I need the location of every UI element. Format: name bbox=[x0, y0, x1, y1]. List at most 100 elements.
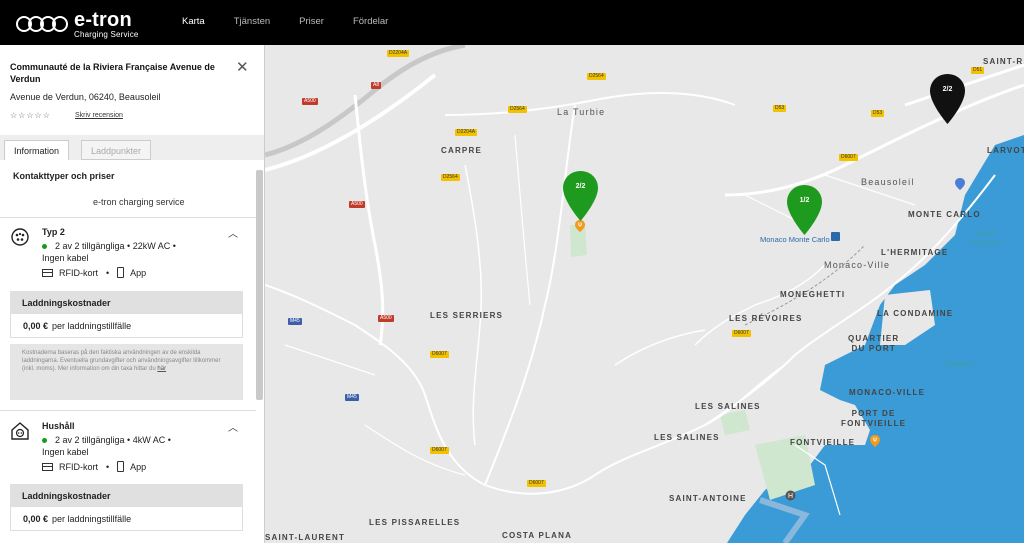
station-title: Communauté de la Riviera Française Avenu… bbox=[10, 62, 215, 84]
road-tag: D2204A bbox=[455, 129, 478, 136]
cost-heading: Laddningskostnader bbox=[10, 484, 243, 507]
station-address: Avenue de Verdun, 06240, Beausoleil bbox=[10, 92, 161, 102]
restaurant-icon[interactable]: Ψ bbox=[575, 220, 585, 232]
cost-box: Laddningskostnader 0,00 € per laddningsti… bbox=[10, 484, 243, 531]
chevron-up-icon[interactable]: ︿ bbox=[228, 419, 238, 434]
svg-text:Ψ: Ψ bbox=[873, 437, 878, 444]
place-larvotto: LARVOTTO bbox=[987, 146, 1024, 155]
place-moneghetti: MONEGHETTI bbox=[780, 290, 846, 299]
pin-availability: 2/2 bbox=[942, 86, 953, 93]
shopping-icon[interactable] bbox=[955, 178, 965, 190]
place-carpre: CARPRE bbox=[441, 146, 482, 155]
place-beausoleil: Beausoleil bbox=[861, 177, 915, 187]
svg-text:Ψ: Ψ bbox=[578, 222, 583, 229]
chevron-up-icon[interactable]: ︿ bbox=[228, 225, 238, 240]
service-name: e-tron charging service bbox=[93, 197, 185, 207]
availability-text: 2 av 2 tillgängliga • 4kW AC • bbox=[55, 435, 171, 445]
connector-availability: 2 av 2 tillgängliga • 4kW AC • Ingen kab… bbox=[42, 434, 242, 458]
place-les-revoires: LES RÉVOIRES bbox=[729, 314, 803, 323]
road-tag: M45 bbox=[345, 394, 359, 401]
connector-name: Typ 2 bbox=[42, 227, 65, 237]
write-review-link[interactable]: Skriv recension bbox=[75, 112, 123, 119]
road-tag: D2564 bbox=[441, 174, 460, 181]
road-tag: D6007 bbox=[527, 480, 546, 487]
road-tag: D6007 bbox=[430, 351, 449, 358]
rfid-card-icon bbox=[42, 462, 53, 471]
road-tag: A500 bbox=[349, 201, 365, 208]
place-hermitage: L'HERMITAGE bbox=[881, 248, 949, 257]
place-monte-carlo: MONTE CARLO bbox=[908, 210, 981, 219]
payment-methods: RFID-kort • App bbox=[42, 461, 146, 472]
payment-rfid: RFID-kort bbox=[59, 461, 98, 472]
cable-text: Ingen kabel bbox=[42, 253, 89, 263]
payment-rfid: RFID-kort bbox=[59, 267, 98, 278]
map-pin-icon bbox=[787, 185, 822, 235]
sidebar-scrollbar[interactable] bbox=[256, 170, 263, 400]
main-nav: Karta Tjänsten Priser Fördelar bbox=[182, 16, 417, 27]
restaurant-icon[interactable]: Ψ bbox=[870, 435, 880, 447]
road-tag: M45 bbox=[288, 318, 302, 325]
available-status-dot bbox=[42, 244, 47, 250]
connector-name: Hushåll bbox=[42, 421, 75, 431]
app-phone-icon bbox=[117, 267, 125, 278]
close-icon[interactable]: ✕ bbox=[236, 60, 249, 75]
nav-item-tjansten[interactable]: Tjänsten bbox=[234, 16, 270, 27]
tab-charging-points[interactable]: Laddpunkter bbox=[81, 140, 152, 160]
road-tag: D2564 bbox=[508, 106, 527, 113]
svg-text:H: H bbox=[788, 492, 793, 500]
place-les-serriers: LES SERRIERS bbox=[430, 311, 504, 320]
place-monaco-station: Monaco Monte Carlo bbox=[760, 235, 830, 244]
contact-types-heading: Kontakttyper och priser bbox=[13, 171, 115, 181]
audi-rings-icon bbox=[16, 14, 68, 34]
place-monaco-ville: MONACO-VILLE bbox=[849, 388, 926, 397]
nav-item-priser[interactable]: Priser bbox=[299, 16, 324, 27]
place-saint-roman: SAINT-R bbox=[983, 57, 1024, 66]
cost-unit: per laddningstillfälle bbox=[52, 514, 132, 524]
road-tag: D53 bbox=[871, 110, 885, 117]
brand-title: e-tron bbox=[74, 9, 132, 31]
place-les-pissarelles: LES PISSARELLES bbox=[369, 518, 461, 527]
cost-heading: Laddningskostnader bbox=[10, 291, 243, 314]
payment-app: App bbox=[130, 461, 147, 472]
place-la-condamine: LA CONDAMINE bbox=[877, 309, 954, 318]
connector-availability: 2 av 2 tillgängliga • 22kW AC • Ingen ka… bbox=[42, 240, 242, 264]
nav-item-karta[interactable]: Karta bbox=[182, 16, 205, 27]
place-pointe-focinane: Pointe Focinane bbox=[971, 231, 1000, 247]
type2-plug-icon bbox=[11, 228, 29, 246]
audi-logo[interactable] bbox=[16, 14, 68, 34]
separator: • bbox=[106, 267, 110, 278]
road-tag: D51 bbox=[971, 67, 985, 74]
brand-subtitle: Charging Service bbox=[74, 30, 139, 39]
nav-item-fordelar[interactable]: Fördelar bbox=[353, 16, 388, 27]
place-monaco-ville-top: Monaco-Ville bbox=[824, 260, 891, 270]
road-tag: D6007 bbox=[430, 447, 449, 454]
place-costa-plana: COSTA PLANA bbox=[502, 531, 573, 540]
tab-bar: Information Laddpunkter bbox=[0, 135, 264, 160]
payment-methods: RFID-kort • App bbox=[42, 267, 146, 278]
place-port-fontvieille: PORT DE FONTVIEILLE bbox=[841, 409, 907, 428]
cost-value: 0,00 € per laddningstillfälle bbox=[10, 314, 243, 338]
road-tag: D2564 bbox=[587, 73, 606, 80]
road-tag: A500 bbox=[302, 98, 318, 105]
household-plug-icon bbox=[11, 422, 29, 440]
tab-information[interactable]: Information bbox=[4, 140, 70, 160]
train-station-icon[interactable] bbox=[831, 232, 840, 241]
top-navigation-bar: e-tron Charging Service Karta Tjänsten P… bbox=[0, 0, 1024, 45]
map-view[interactable]: D2204A D2564 A500 A8 D2564 D2204A D2564 … bbox=[265, 45, 1024, 543]
payment-app: App bbox=[130, 267, 147, 278]
cost-value: 0,00 € per laddningstillfälle bbox=[10, 507, 243, 531]
cost-amount: 0,00 € bbox=[23, 514, 49, 524]
cost-note-text: Kostnaderna baseras på den faktiska anvä… bbox=[22, 350, 221, 372]
pin-availability: 1/2 bbox=[799, 197, 810, 204]
available-status-dot bbox=[42, 438, 47, 444]
heliport-icon[interactable]: H bbox=[785, 490, 796, 501]
rating-stars[interactable]: ☆☆☆☆☆ bbox=[10, 111, 51, 120]
road-tag: D6007 bbox=[839, 154, 858, 161]
divider bbox=[0, 217, 256, 218]
separator: • bbox=[106, 461, 110, 472]
map-background bbox=[265, 45, 1024, 543]
road-tag: A8 bbox=[371, 82, 382, 89]
place-saint-antoine: SAINT-ANTOINE bbox=[669, 494, 747, 503]
place-quartier-du-port: QUARTIER DU PORT bbox=[848, 334, 900, 353]
cost-note-link[interactable]: här bbox=[157, 366, 166, 372]
